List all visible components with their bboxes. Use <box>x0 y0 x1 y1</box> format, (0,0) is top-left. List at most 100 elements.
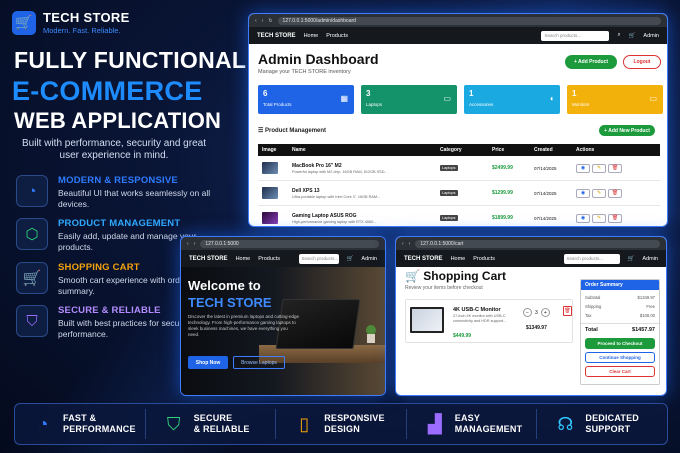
col-header: Price <box>492 147 505 153</box>
cart-icon[interactable]: 🛒 <box>629 33 636 39</box>
bottom-feature-line1: DEDICATED <box>585 413 640 423</box>
back-icon[interactable]: ‹ <box>187 241 189 247</box>
col-header: Created <box>534 147 553 153</box>
summary-total-row: Total $1457.97 <box>581 323 659 335</box>
back-icon[interactable]: ‹ <box>255 18 257 24</box>
stat-number: 3 <box>366 89 371 98</box>
edit-icon[interactable]: ✎ <box>592 188 606 198</box>
product-desc: High-performance gaming laptop with RTX … <box>292 219 377 224</box>
bottom-feature-line1: SECURE <box>193 413 233 423</box>
url-bar[interactable]: 127.0.0.1:5000/admin/dashboard <box>277 16 661 25</box>
edit-icon[interactable]: ✎ <box>592 163 606 173</box>
logout-button[interactable]: Logout <box>623 55 661 69</box>
nav-home-link[interactable]: Home <box>236 256 251 262</box>
user-menu[interactable]: Admin <box>361 256 377 262</box>
nav-logo[interactable]: TECH STORE <box>257 33 296 39</box>
cart-icon[interactable]: 🛒 <box>628 256 635 262</box>
search-input[interactable]: Search products... <box>563 253 620 264</box>
stat-number: 1 <box>469 89 474 98</box>
col-header: Image <box>262 147 277 153</box>
forward-icon[interactable]: › <box>409 241 411 247</box>
quantity-stepper: − 3 + <box>523 308 550 317</box>
view-icon[interactable]: ◉ <box>576 213 590 223</box>
product-created: 07/14/2025 <box>534 165 557 171</box>
nav-products-link[interactable]: Products <box>473 256 495 262</box>
checkout-button[interactable]: Proceed to Checkout <box>585 338 655 349</box>
col-header: Actions <box>576 147 595 153</box>
delete-icon[interactable]: 🗑 <box>608 163 622 173</box>
speedometer-icon: ◔ <box>16 175 48 207</box>
add-product-button[interactable]: + Add Product <box>565 55 617 69</box>
product-desc: Powerful laptop with M2 chip, 16GB RAM, … <box>292 169 388 174</box>
summary-title: Order Summary <box>581 280 659 290</box>
view-icon[interactable]: ◉ <box>576 163 590 173</box>
monitor-image <box>410 307 444 333</box>
quantity-value[interactable]: 3 <box>535 310 538 316</box>
bottom-feature: ▯ RESPONSIVE DESIGN <box>276 409 407 439</box>
feature-item: ◔ MODERN & RESPONSIVE Beautiful UI that … <box>16 175 226 209</box>
bottom-feature-line2: DESIGN <box>324 424 360 434</box>
browse-laptops-button[interactable]: Browse Laptops <box>233 356 285 369</box>
user-menu[interactable]: Admin <box>642 256 658 262</box>
url-bar[interactable]: 127.0.0.1:5000 <box>200 239 379 248</box>
table-row: Gaming Laptop ASUS ROG High-performance g… <box>258 206 660 226</box>
search-input[interactable]: Search products... <box>298 253 339 264</box>
forward-icon[interactable]: › <box>262 18 264 24</box>
cart-title: 🛒 Shopping Cart <box>405 269 506 283</box>
item-desc: 27-inch 4K monitor with USB-C connectivi… <box>453 314 507 323</box>
stat-card-accessories: 1 Accessories ◖ <box>464 85 560 114</box>
search-icon[interactable]: ⌕ <box>617 32 620 39</box>
brand-name: TECH STORE <box>43 10 130 25</box>
nav-home-link[interactable]: Home <box>451 256 466 262</box>
summary-label: Shipping <box>585 304 602 309</box>
table-header: Image Name Category Price Created Action… <box>258 144 660 156</box>
trash-icon[interactable]: 🗑 <box>563 306 572 316</box>
cart-icon: 🛒 <box>16 262 48 294</box>
edit-icon[interactable]: ✎ <box>592 213 606 223</box>
view-icon[interactable]: ◉ <box>576 188 590 198</box>
bottom-feature: ☊ DEDICATED SUPPORT <box>537 409 667 439</box>
forward-icon[interactable]: › <box>194 241 196 247</box>
item-price: $449.99 <box>453 333 472 339</box>
table-row: MacBook Pro 16" M2 Powerful laptop with M… <box>258 156 660 181</box>
search-input[interactable]: Search products... <box>541 30 610 41</box>
nav-logo[interactable]: TECH STORE <box>189 256 228 262</box>
delete-icon[interactable]: 🗑 <box>608 213 622 223</box>
stat-card-laptops: 3 Laptops ▭ <box>361 85 457 114</box>
back-icon[interactable]: ‹ <box>402 241 404 247</box>
cart-title-text: Shopping Cart <box>423 269 506 283</box>
product-thumbnail <box>262 162 278 174</box>
total-label: Total <box>585 326 598 333</box>
clear-cart-button[interactable]: Clear Cart <box>585 366 655 377</box>
speedometer-icon: ◔ <box>37 413 49 434</box>
bottom-feature-line1: RESPONSIVE <box>324 413 385 423</box>
cart-icon: 🛒 <box>12 10 36 35</box>
delete-icon[interactable]: 🗑 <box>608 188 622 198</box>
nav-home-link[interactable]: Home <box>304 33 319 39</box>
nav-products-link[interactable]: Products <box>258 256 280 262</box>
url-bar[interactable]: 127.0.0.1:5000/cart <box>415 239 660 248</box>
product-price: $1299.99 <box>492 190 513 196</box>
headline-line3: WEB APPLICATION <box>14 108 222 133</box>
product-price: $2499.99 <box>492 165 513 171</box>
increment-button[interactable]: + <box>540 308 550 317</box>
headline-line1: FULLY FUNCTIONAL <box>14 47 247 73</box>
summary-label: Tax <box>585 313 592 318</box>
decrement-button[interactable]: − <box>523 308 532 317</box>
user-menu[interactable]: Admin <box>643 33 659 39</box>
headset-icon: ☊ <box>557 413 574 434</box>
summary-row: Subtotal $1349.97 <box>581 293 659 302</box>
nav-products-link[interactable]: Products <box>326 33 348 39</box>
nav-logo[interactable]: TECH STORE <box>404 256 443 262</box>
shop-now-button[interactable]: Shop Now <box>188 356 228 369</box>
add-new-product-button[interactable]: + Add New Product <box>599 125 655 136</box>
stat-number: 6 <box>263 89 268 98</box>
product-name: Dell XPS 13 <box>292 187 320 194</box>
continue-shopping-button[interactable]: Continue Shopping <box>585 352 655 363</box>
reload-icon[interactable]: ↻ <box>268 18 272 24</box>
product-desc: Ultra-portable laptop with Intel Core i7… <box>292 194 381 199</box>
product-name: Gaming Laptop ASUS ROG <box>292 212 357 219</box>
product-management-heading: ☰ Product Management <box>258 128 327 134</box>
feature-title: PRODUCT MANAGEMENT <box>58 218 181 229</box>
cart-icon[interactable]: 🛒 <box>347 256 354 262</box>
